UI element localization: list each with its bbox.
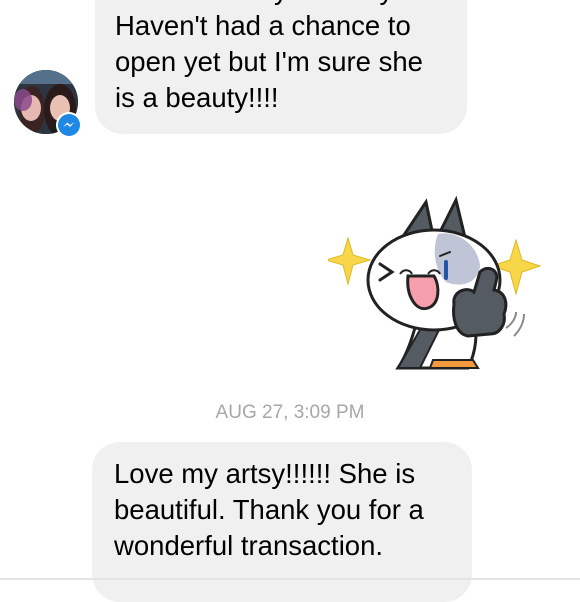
- message-text-line: is a beauty!!!!: [115, 82, 279, 113]
- message-text-line: open yet but I'm sure she: [115, 46, 423, 77]
- sparkle-icon: [324, 236, 372, 286]
- messenger-icon: [58, 114, 80, 136]
- message-text-line: Love my artsy!!!!!! She is: [114, 458, 416, 489]
- message-text-line: received her yesterday.: [115, 0, 447, 8]
- messenger-badge: [56, 112, 82, 138]
- cat-thumbs-up-sticker[interactable]: [324, 195, 544, 374]
- message-text-line: wonderful transaction.: [114, 530, 384, 561]
- message-timestamp: AUG 27, 3:09 PM: [215, 402, 365, 423]
- message-text-line: Haven't had a chance to: [115, 10, 411, 41]
- message-text-line: beautiful. Thank you for a: [114, 494, 424, 525]
- message-bubble[interactable]: received her yesterday. Haven't had a ch…: [95, 0, 467, 134]
